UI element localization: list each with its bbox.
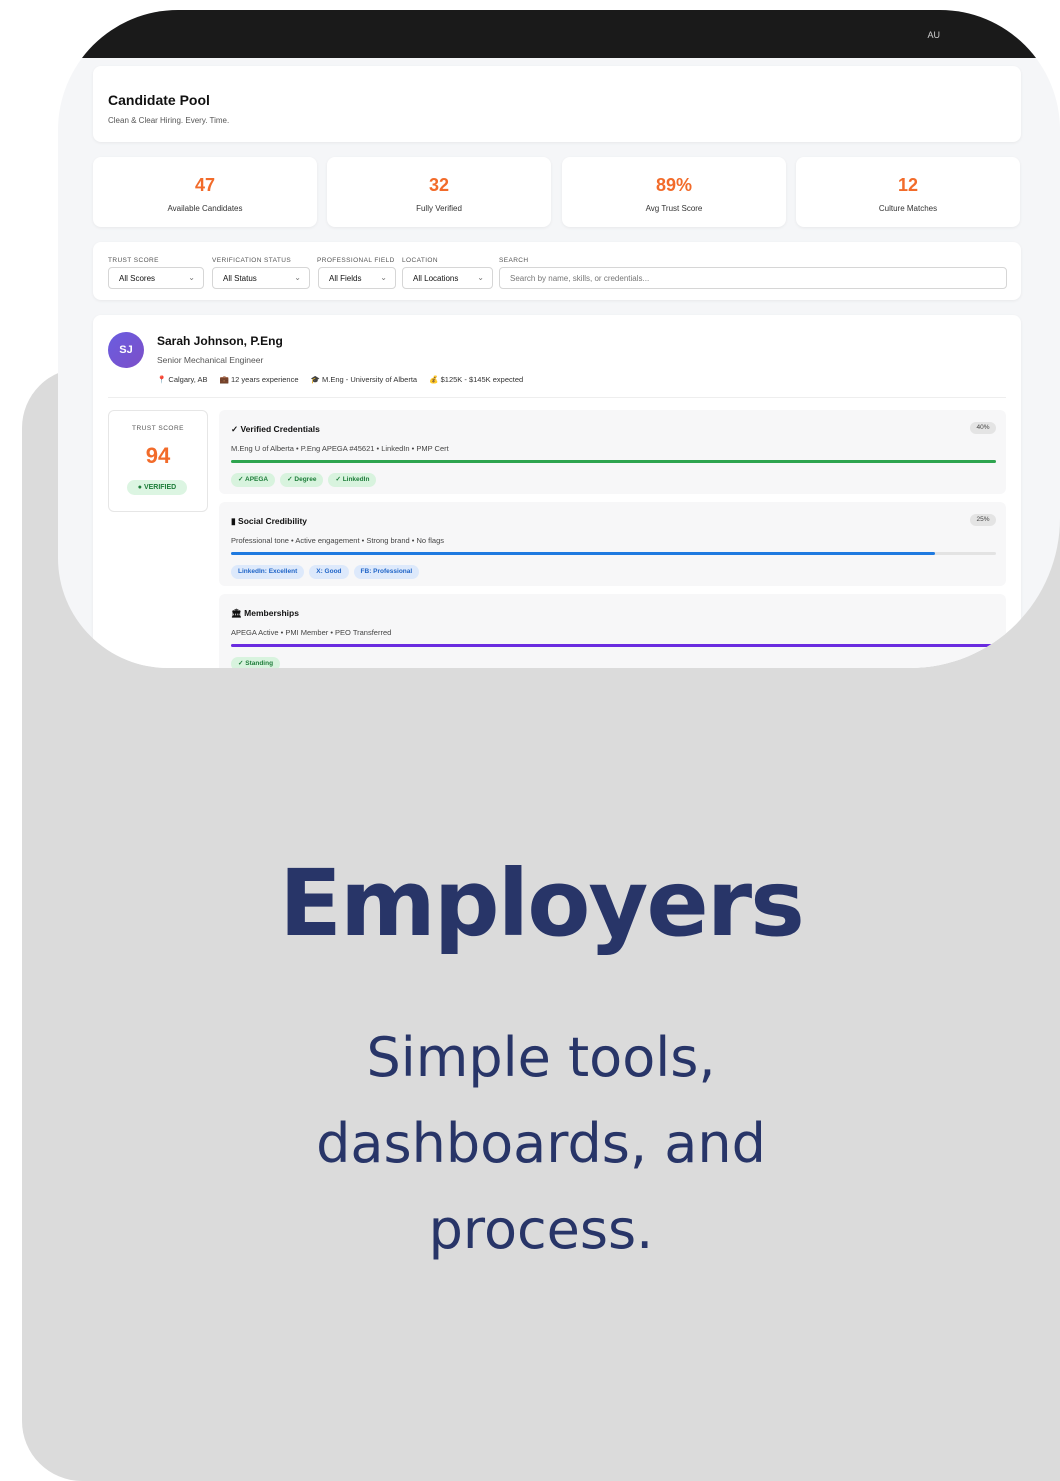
stat-culture-matches: 12 Culture Matches xyxy=(796,157,1020,227)
location-meta: 📍 Calgary, AB xyxy=(157,375,208,384)
page-tagline: Clean & Clear Hiring. Every. Time. xyxy=(108,116,230,125)
app-screenshot: AU Candidate Pool Clean & Clear Hiring. … xyxy=(58,10,1060,668)
stat-value: 47 xyxy=(194,175,216,195)
education-meta: 🎓 M.Eng - University of Alberta xyxy=(310,375,418,384)
hero-title: Employers xyxy=(279,850,805,957)
experience-meta: 💼 12 years experience xyxy=(219,375,299,384)
stat-label: Avg Trust Score xyxy=(645,204,703,213)
select-value: All Status xyxy=(223,274,257,283)
candidate-role: Senior Mechanical Engineer xyxy=(157,355,264,365)
filter-bar: TRUST SCORE All Scores ⌄ VERIFICATION ST… xyxy=(93,242,1021,300)
weight-badge: 25% xyxy=(970,514,996,526)
section-description: M.Eng U of Alberta • P.Eng APEGA #45621 … xyxy=(231,444,449,453)
stat-avg-trust-score: 89% Avg Trust Score xyxy=(562,157,786,227)
hero-subtitle-line: dashboards, and xyxy=(316,1112,766,1175)
select-value: All Scores xyxy=(119,274,156,283)
select-value: All Fields xyxy=(329,274,362,283)
stat-value: 89% xyxy=(655,175,693,195)
trust-score-box: TRUST SCORE 94 ● VERIFIED xyxy=(108,410,208,512)
verified-badge: ● VERIFIED xyxy=(127,480,187,495)
chevron-down-icon: ⌄ xyxy=(380,273,387,282)
stat-available-candidates: 47 Available Candidates xyxy=(93,157,317,227)
section-description: APEGA Active • PMI Member • PEO Transfer… xyxy=(231,628,392,637)
verification-status-select[interactable]: All Status ⌄ xyxy=(212,267,310,289)
filter-label-search: SEARCH xyxy=(499,257,529,264)
section-memberships: 🏛 Memberships APEGA Active • PMI Member … xyxy=(219,594,1006,668)
filter-label-professional-field: PROFESSIONAL FIELD xyxy=(317,257,395,264)
credential-tag: LinkedIn: Excellent xyxy=(231,565,305,579)
section-social-credibility: ▮ Social Credibility 25% Professional to… xyxy=(219,502,1006,586)
avatar: SJ xyxy=(108,332,144,368)
credential-tag: ✓ Standing xyxy=(231,657,281,668)
trust-score-label: TRUST SCORE xyxy=(132,425,184,432)
candidate-name[interactable]: Sarah Johnson, P.Eng xyxy=(157,334,283,348)
chevron-down-icon: ⌄ xyxy=(477,273,484,282)
credential-tag: ✓ APEGA xyxy=(231,473,276,487)
progress-fill xyxy=(231,460,996,463)
stat-fully-verified: 32 Fully Verified xyxy=(327,157,551,227)
trust-score-value: 94 xyxy=(145,443,171,468)
progress-fill xyxy=(231,552,935,555)
chevron-down-icon: ⌄ xyxy=(188,273,195,282)
tag-list: LinkedIn: Excellent X: Good FB: Profession… xyxy=(231,560,424,579)
filter-label-location: LOCATION xyxy=(402,257,438,264)
credential-tag: X: Good xyxy=(309,565,349,579)
progress-fill xyxy=(231,644,996,647)
filter-label-verification-status: VERIFICATION STATUS xyxy=(212,257,292,264)
stat-value: 32 xyxy=(428,175,450,195)
stat-value: 12 xyxy=(897,175,919,195)
progress-track xyxy=(231,644,996,647)
section-title: 🏛 Memberships xyxy=(231,608,299,618)
section-description: Professional tone • Active engagement • … xyxy=(231,536,445,545)
search-input[interactable]: Search by name, skills, or credentials..… xyxy=(499,267,1007,289)
section-title: ▮ Social Credibility xyxy=(231,516,308,526)
salary-meta: 💰 $125K - $145K expected xyxy=(429,375,524,384)
professional-field-select[interactable]: All Fields ⌄ xyxy=(318,267,396,289)
hero-subtitle: Simple tools, dashboards, and process. xyxy=(22,1015,1060,1273)
chevron-down-icon: ⌄ xyxy=(294,273,301,282)
select-value: All Locations xyxy=(413,274,459,283)
page-title: Candidate Pool xyxy=(108,92,210,108)
filter-label-trust-score: TRUST SCORE xyxy=(108,257,159,264)
hero-subtitle-line: process. xyxy=(428,1198,654,1261)
hero-subtitle-line: Simple tools, xyxy=(366,1026,716,1089)
trust-score-select[interactable]: All Scores ⌄ xyxy=(108,267,204,289)
credential-tag: ✓ Degree xyxy=(280,473,324,487)
candidate-card[interactable]: SJ Sarah Johnson, P.Eng Senior Mechanica… xyxy=(93,315,1021,668)
top-nav-bar: AU xyxy=(58,10,1060,58)
progress-track xyxy=(231,552,996,555)
candidate-pool-header: Candidate Pool Clean & Clear Hiring. Eve… xyxy=(93,66,1021,142)
stat-label: Fully Verified xyxy=(416,204,462,213)
weight-badge: 40% xyxy=(970,422,996,434)
progress-track xyxy=(231,460,996,463)
section-title: ✓ Verified Credentials xyxy=(231,424,320,434)
location-select[interactable]: All Locations ⌄ xyxy=(402,267,493,289)
candidate-meta: 📍 Calgary, AB 💼 12 years experience 🎓 M.… xyxy=(157,375,533,384)
stat-label: Available Candidates xyxy=(167,204,243,213)
tag-list: ✓ APEGA ✓ Degree ✓ LinkedIn xyxy=(231,468,381,487)
credential-tag: ✓ LinkedIn xyxy=(328,473,377,487)
divider xyxy=(108,397,1006,398)
tag-list: ✓ Standing xyxy=(231,652,285,668)
credential-tag: FB: Professional xyxy=(353,565,420,579)
stat-label: Culture Matches xyxy=(878,204,938,213)
section-verified-credentials: ✓ Verified Credentials 40% M.Eng U of Al… xyxy=(219,410,1006,494)
topbar-text: AU xyxy=(927,30,940,40)
